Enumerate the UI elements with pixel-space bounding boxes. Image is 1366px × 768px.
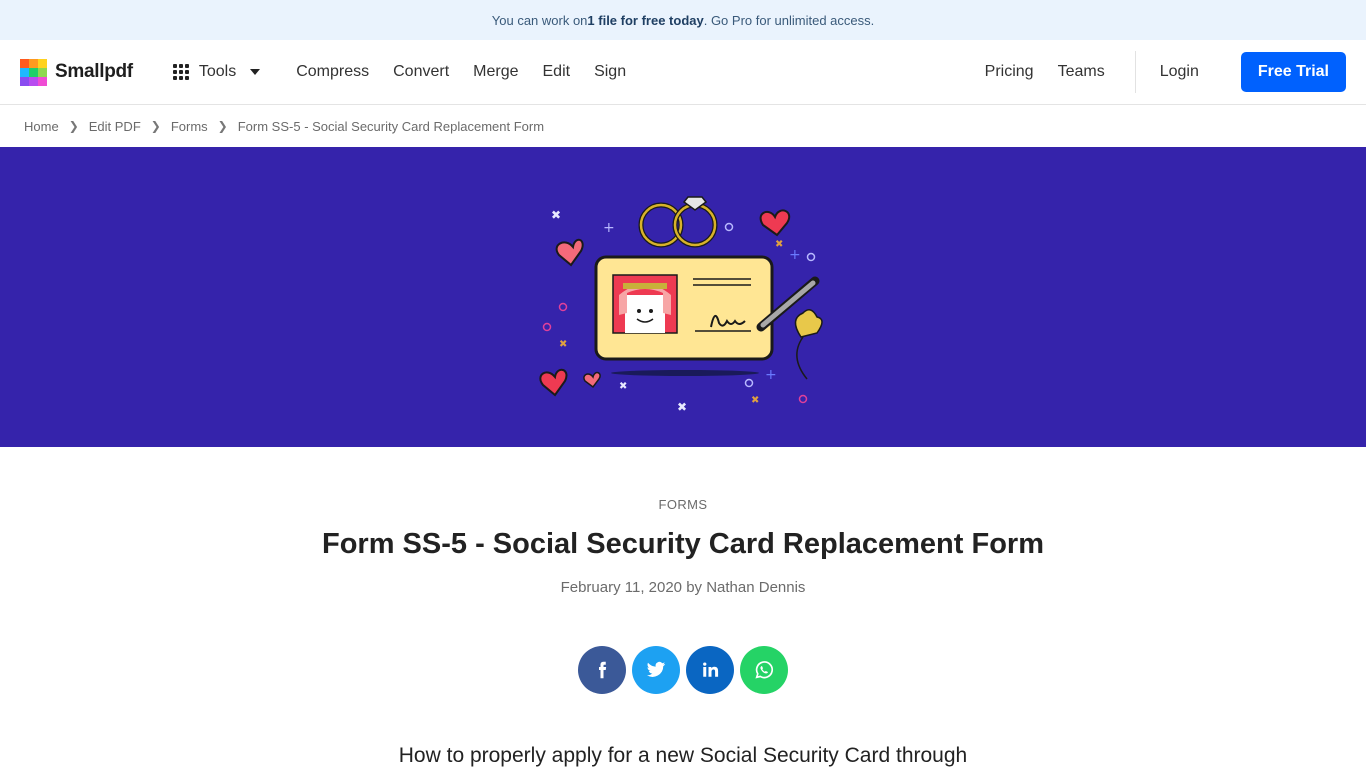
nav-link-merge[interactable]: Merge [473,63,518,81]
article-header: FORMS Form SS-5 - Social Security Card R… [0,497,1366,768]
svg-text:+: + [603,220,615,236]
whatsapp-icon [755,661,773,679]
account-nav: Pricing Teams Login Free Trial [985,40,1346,104]
nav-link-edit[interactable]: Edit [543,63,571,81]
nav-link-pricing[interactable]: Pricing [985,63,1034,81]
hero-banner: ✖ + + ✖ ✖ ✖ ✖ + ✖ [0,147,1366,447]
share-twitter-button[interactable] [632,646,680,694]
share-whatsapp-button[interactable] [740,646,788,694]
article-intro: How to properly apply for a new Social S… [398,744,968,767]
breadcrumb-current: Form SS-5 - Social Security Card Replace… [237,118,545,134]
facebook-icon [599,661,607,679]
top-nav: Smallpdf Tools Compress Convert Merge Ed… [0,40,1366,105]
free-trial-button[interactable]: Free Trial [1240,52,1346,92]
brand-name: Smallpdf [55,61,133,82]
article-meta: February 11, 2020 by Nathan Dennis [560,579,806,596]
share-buttons [0,646,1366,694]
chevron-right-icon: ❯ [217,119,228,133]
tools-menu-button[interactable]: Tools [172,63,261,81]
id-card-illustration: ✖ + + ✖ ✖ ✖ ✖ + ✖ [539,196,823,414]
article-category[interactable]: FORMS [0,497,1366,512]
promo-prefix: You can work on [491,12,588,28]
chevron-right-icon: ❯ [68,119,79,133]
nav-link-compress[interactable]: Compress [296,63,369,81]
breadcrumb-edit-pdf[interactable]: Edit PDF [89,119,141,134]
share-facebook-button[interactable] [578,646,626,694]
share-linkedin-button[interactable] [686,646,734,694]
logo-icon [20,58,47,86]
promo-highlight: 1 file for free today [587,12,704,28]
svg-text:✖: ✖ [751,395,759,406]
brand-logo[interactable]: Smallpdf [20,58,133,86]
main-nav-links: Compress Convert Merge Edit Sign [296,63,626,81]
svg-text:+: + [789,247,801,263]
wedding-rings-icon [638,196,718,248]
promo-banner: You can work on 1 file for free today. G… [0,0,1366,40]
chevron-right-icon: ❯ [150,119,161,133]
tools-label: Tools [198,63,237,80]
svg-text:✖: ✖ [619,381,627,392]
flower-icon [794,309,823,380]
svg-text:✖: ✖ [775,239,783,250]
breadcrumb: Home ❯ Edit PDF ❯ Forms ❯ Form SS-5 - So… [0,105,1366,147]
id-card-icon [594,255,774,376]
twitter-icon [646,661,666,677]
breadcrumb-forms[interactable]: Forms [171,119,208,134]
nav-divider [1134,51,1136,93]
svg-text:+: + [765,367,777,383]
chevron-down-icon [250,69,261,75]
breadcrumb-home[interactable]: Home [24,119,59,134]
svg-text:✖: ✖ [677,400,687,414]
page-title: Form SS-5 - Social Security Card Replace… [322,528,1044,560]
nav-link-convert[interactable]: Convert [393,63,449,81]
nav-link-sign[interactable]: Sign [594,63,626,81]
grid-icon [172,64,189,80]
linkedin-icon [703,662,719,677]
svg-text:✖: ✖ [559,339,567,350]
nav-link-teams[interactable]: Teams [1058,63,1105,81]
login-link[interactable]: Login [1160,63,1199,81]
promo-suffix: . Go Pro for unlimited access. [703,12,875,28]
svg-text:✖: ✖ [551,208,561,222]
